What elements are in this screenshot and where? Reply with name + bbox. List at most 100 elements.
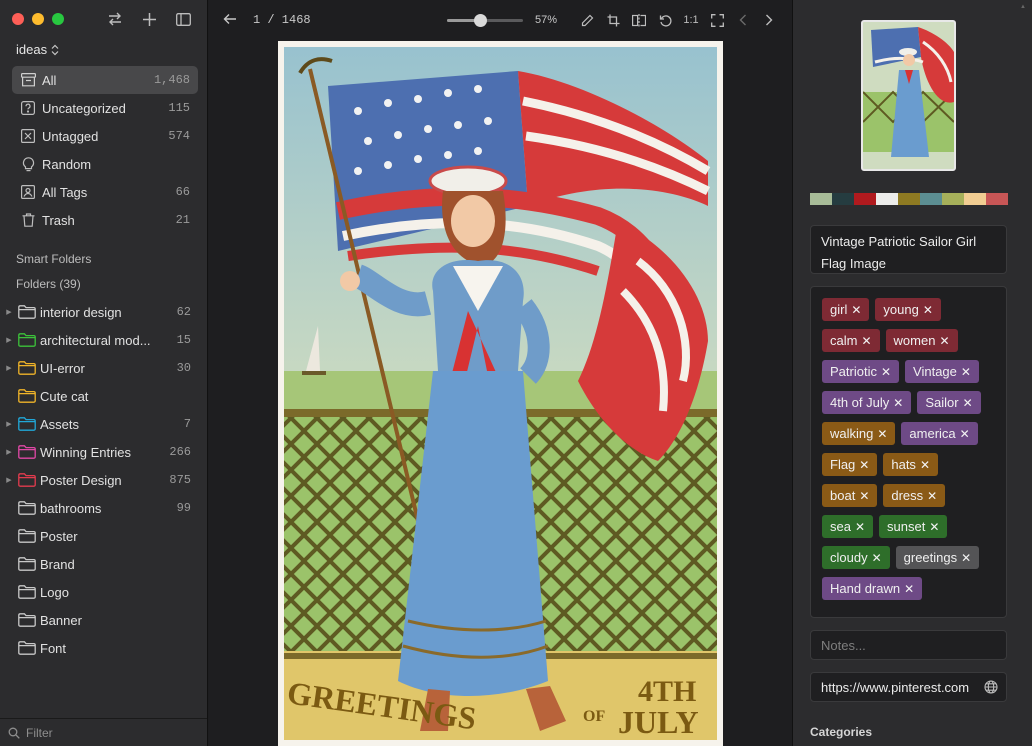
tag-chip[interactable]: young ✕	[875, 298, 941, 321]
remove-tag-icon[interactable]: ✕	[859, 458, 869, 472]
sidebar-item-uncategorized[interactable]: Uncategorized 115	[12, 94, 198, 122]
url-field[interactable]: https://www.pinterest.com	[810, 672, 1007, 702]
prev-icon[interactable]	[735, 11, 751, 29]
disclosure-triangle-icon[interactable]: ▶	[4, 363, 14, 373]
remove-tag-icon[interactable]: ✕	[920, 458, 930, 472]
remove-tag-icon[interactable]: ✕	[961, 551, 971, 565]
remove-tag-icon[interactable]: ✕	[929, 520, 939, 534]
tag-chip[interactable]: girl ✕	[822, 298, 870, 321]
tag-chip[interactable]: dress ✕	[883, 484, 946, 507]
sidebar-item-all-tags[interactable]: All Tags 66	[12, 178, 198, 206]
remove-tag-icon[interactable]: ✕	[927, 489, 937, 503]
remove-tag-icon[interactable]: ✕	[861, 334, 871, 348]
actual-size-button[interactable]: 1:1	[683, 11, 699, 29]
remove-tag-icon[interactable]: ✕	[904, 582, 914, 596]
notes-field[interactable]: Notes...	[810, 630, 1007, 660]
folder-item[interactable]: Cute cat	[0, 382, 207, 410]
tag-chip[interactable]: cloudy ✕	[822, 546, 890, 569]
palette-swatch[interactable]	[810, 193, 832, 205]
tag-chip[interactable]: women ✕	[885, 329, 958, 352]
remove-tag-icon[interactable]: ✕	[855, 520, 865, 534]
palette-swatch[interactable]	[986, 193, 1008, 205]
tag-chip[interactable]: Patriotic ✕	[822, 360, 900, 383]
palette-swatch[interactable]	[964, 193, 986, 205]
sidebar-item-trash[interactable]: Trash 21	[12, 206, 198, 234]
remove-tag-icon[interactable]: ✕	[939, 334, 949, 348]
globe-icon[interactable]	[984, 680, 998, 694]
folder-item[interactable]: Font	[0, 634, 207, 662]
disclosure-triangle-icon[interactable]: ▶	[4, 475, 14, 485]
palette-swatch[interactable]	[942, 193, 964, 205]
folder-item[interactable]: ▶ UI-error 30	[0, 354, 207, 382]
pencil-icon[interactable]	[579, 11, 595, 29]
sidebar-item-random[interactable]: Random	[12, 150, 198, 178]
palette-swatch[interactable]	[876, 193, 898, 205]
tag-chip[interactable]: Sailor ✕	[917, 391, 981, 414]
tag-chip[interactable]: greetings ✕	[895, 546, 980, 569]
tags-field[interactable]: girl ✕ young ✕ calm ✕ women ✕ Patriotic ✕ Vintage ✕…	[810, 286, 1007, 618]
tag-chip[interactable]: sunset ✕	[879, 515, 948, 538]
folder-item[interactable]: Brand	[0, 550, 207, 578]
folders-heading[interactable]: Folders (39)	[16, 277, 81, 291]
plus-icon[interactable]	[141, 9, 157, 29]
tag-chip[interactable]: walking ✕	[822, 422, 896, 445]
zoom-slider[interactable]	[447, 14, 523, 27]
disclosure-triangle-icon[interactable]: ▶	[4, 419, 14, 429]
crop-icon[interactable]	[605, 11, 621, 29]
folder-item[interactable]: ▶ Assets 7	[0, 410, 207, 438]
remove-tag-icon[interactable]: ✕	[960, 427, 970, 441]
remove-tag-icon[interactable]: ✕	[872, 551, 882, 565]
folder-item[interactable]: Banner	[0, 606, 207, 634]
maximize-window-button[interactable]	[52, 13, 64, 25]
panel-grip-icon[interactable]: ▲	[1020, 4, 1026, 12]
close-window-button[interactable]	[12, 13, 24, 25]
tag-chip[interactable]: hats ✕	[883, 453, 938, 476]
smart-folders-heading[interactable]: Smart Folders	[16, 252, 91, 266]
main-image[interactable]: GREETINGS 4TH OF JULY	[278, 41, 723, 746]
library-selector[interactable]: ideas	[16, 42, 59, 57]
palette-swatch[interactable]	[832, 193, 854, 205]
zoom-slider-handle[interactable]	[473, 14, 487, 27]
url-text[interactable]: https://www.pinterest.com	[821, 680, 984, 695]
next-icon[interactable]	[761, 11, 777, 29]
tag-chip[interactable]: sea ✕	[822, 515, 874, 538]
title-field[interactable]: Vintage Patriotic Sailor Girl Flag Image	[810, 225, 1007, 274]
remove-tag-icon[interactable]: ✕	[961, 365, 971, 379]
remove-tag-icon[interactable]: ✕	[851, 303, 861, 317]
folder-item[interactable]: ▶ Poster Design 875	[0, 466, 207, 494]
filter-bar[interactable]: Filter	[0, 718, 207, 746]
tag-chip[interactable]: 4th of July ✕	[822, 391, 912, 414]
tag-chip[interactable]: Hand drawn ✕	[822, 577, 923, 600]
palette-swatch[interactable]	[854, 193, 876, 205]
remove-tag-icon[interactable]: ✕	[881, 365, 891, 379]
remove-tag-icon[interactable]: ✕	[859, 489, 869, 503]
remove-tag-icon[interactable]: ✕	[923, 303, 933, 317]
minimize-window-button[interactable]	[32, 13, 44, 25]
palette-swatch[interactable]	[898, 193, 920, 205]
folder-item[interactable]: ▶ architectural mod... 15	[0, 326, 207, 354]
sidebar-icon[interactable]	[175, 9, 191, 29]
remove-tag-icon[interactable]: ✕	[963, 396, 973, 410]
folder-item[interactable]: ▶ Winning Entries 266	[0, 438, 207, 466]
folder-item[interactable]: ▶ interior design 62	[0, 298, 207, 326]
folder-item[interactable]: Poster	[0, 522, 207, 550]
swap-icon[interactable]	[107, 9, 123, 29]
back-arrow-icon[interactable]	[223, 12, 237, 26]
flip-icon[interactable]	[631, 11, 647, 29]
tag-chip[interactable]: Flag ✕	[822, 453, 878, 476]
fullscreen-icon[interactable]	[709, 11, 725, 29]
folder-item[interactable]: Logo	[0, 578, 207, 606]
disclosure-triangle-icon[interactable]: ▶	[4, 335, 14, 345]
tag-chip[interactable]: Vintage ✕	[905, 360, 979, 383]
tag-chip[interactable]: boat ✕	[822, 484, 878, 507]
tag-chip[interactable]: america ✕	[901, 422, 978, 445]
sidebar-item-all[interactable]: All 1,468	[12, 66, 198, 94]
tag-chip[interactable]: calm ✕	[822, 329, 880, 352]
filter-input[interactable]: Filter	[26, 726, 53, 740]
folder-item[interactable]: bathrooms 99	[0, 494, 207, 522]
rotate-icon[interactable]	[657, 11, 673, 29]
palette-swatch[interactable]	[920, 193, 942, 205]
image-thumbnail[interactable]	[861, 20, 956, 171]
disclosure-triangle-icon[interactable]: ▶	[4, 307, 14, 317]
remove-tag-icon[interactable]: ✕	[877, 427, 887, 441]
